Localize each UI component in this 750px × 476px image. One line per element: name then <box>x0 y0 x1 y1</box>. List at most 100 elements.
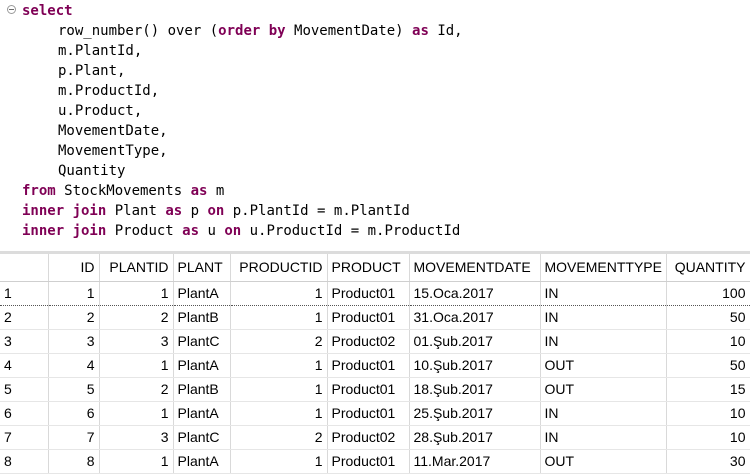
code-line[interactable]: u.Product, <box>22 101 142 121</box>
results-grid[interactable]: ID PLANTID PLANT PRODUCTID PRODUCT MOVEMENTDA… <box>0 254 750 476</box>
table-cell[interactable]: Product01 <box>327 305 410 330</box>
table-cell[interactable]: 10 <box>666 329 750 354</box>
row-number-cell[interactable]: 8 <box>0 449 49 474</box>
table-cell[interactable]: Product01 <box>327 401 410 426</box>
code-line[interactable]: m.ProductId, <box>22 81 159 101</box>
row-number-cell[interactable]: 4 <box>0 353 49 378</box>
table-row[interactable]: 4 4 1 PlantA 1 Product01 10.Şub.2017 OUT 50 <box>0 353 750 378</box>
table-cell[interactable]: Product01 <box>327 377 410 402</box>
column-header-product[interactable]: PRODUCT <box>327 254 410 282</box>
table-cell[interactable]: 3 <box>48 329 100 354</box>
sql-editor[interactable]: select row_number() over (order by Moveme… <box>0 0 750 251</box>
table-cell[interactable]: Product01 <box>327 449 410 474</box>
table-cell[interactable]: 15.Oca.2017 <box>409 280 541 306</box>
table-cell[interactable]: PlantB <box>173 305 231 330</box>
table-cell[interactable]: IN <box>540 425 667 450</box>
table-cell[interactable]: 1 <box>230 353 328 378</box>
table-cell[interactable]: 2 <box>99 377 174 402</box>
row-number-cell[interactable]: 6 <box>0 401 49 426</box>
table-cell[interactable]: 3 <box>99 425 174 450</box>
table-cell[interactable]: PlantB <box>173 377 231 402</box>
table-cell[interactable]: 1 <box>48 280 100 306</box>
table-cell[interactable]: 1 <box>230 377 328 402</box>
table-cell[interactable]: PlantA <box>173 353 231 378</box>
table-row[interactable]: 6 6 1 PlantA 1 Product01 25.Şub.2017 IN 10 <box>0 401 750 426</box>
table-cell[interactable]: 3 <box>99 329 174 354</box>
table-cell[interactable]: 18.Şub.2017 <box>409 377 541 402</box>
table-cell[interactable]: 1 <box>230 305 328 330</box>
table-cell[interactable]: 6 <box>48 401 100 426</box>
table-cell[interactable]: 1 <box>99 401 174 426</box>
column-header-productid[interactable]: PRODUCTID <box>230 254 328 282</box>
code-line[interactable]: MovementDate, <box>22 121 168 141</box>
table-cell[interactable]: 7 <box>48 425 100 450</box>
table-row[interactable]: 5 5 2 PlantB 1 Product01 18.Şub.2017 OUT 15 <box>0 377 750 402</box>
table-cell[interactable]: 2 <box>48 305 100 330</box>
table-cell[interactable]: OUT <box>540 353 667 378</box>
table-cell[interactable]: 1 <box>99 449 174 474</box>
table-cell[interactable]: 50 <box>666 305 750 330</box>
row-number-cell[interactable]: 3 <box>0 329 49 354</box>
row-number-header[interactable] <box>0 254 49 282</box>
code-line[interactable]: row_number() over (order by MovementDate… <box>22 21 463 41</box>
table-cell[interactable]: 100 <box>666 280 750 306</box>
table-cell[interactable]: 1 <box>230 401 328 426</box>
table-cell[interactable]: 30 <box>666 449 750 474</box>
code-line[interactable]: inner join Plant as p on p.PlantId = m.P… <box>22 201 410 221</box>
table-cell[interactable]: PlantA <box>173 401 231 426</box>
table-cell[interactable]: 1 <box>99 280 174 306</box>
table-cell[interactable]: 1 <box>230 280 328 306</box>
table-cell[interactable]: 31.Oca.2017 <box>409 305 541 330</box>
table-cell[interactable]: 25.Şub.2017 <box>409 401 541 426</box>
table-cell[interactable]: Product01 <box>327 353 410 378</box>
table-cell[interactable]: 10 <box>666 425 750 450</box>
column-header-quantity[interactable]: QUANTITY <box>666 254 750 282</box>
table-cell[interactable]: PlantC <box>173 425 231 450</box>
table-cell[interactable]: 10 <box>666 401 750 426</box>
table-row[interactable]: 3 3 3 PlantC 2 Product02 01.Şub.2017 IN 10 <box>0 329 750 354</box>
code-line[interactable]: p.Plant, <box>22 61 125 81</box>
column-header-movementdate[interactable]: MOVEMENTDATE <box>409 254 541 282</box>
table-cell[interactable]: 2 <box>99 305 174 330</box>
table-cell[interactable]: 28.Şub.2017 <box>409 425 541 450</box>
table-cell[interactable]: 50 <box>666 353 750 378</box>
table-cell[interactable]: IN <box>540 280 667 306</box>
code-line[interactable]: MovementType, <box>22 141 168 161</box>
table-cell[interactable]: 1 <box>99 353 174 378</box>
row-number-cell[interactable]: 2 <box>0 305 49 330</box>
row-number-cell[interactable]: 5 <box>0 377 49 402</box>
column-header-id[interactable]: ID <box>48 254 100 282</box>
table-cell[interactable]: 4 <box>48 353 100 378</box>
table-cell[interactable]: IN <box>540 305 667 330</box>
table-cell[interactable]: IN <box>540 401 667 426</box>
table-row[interactable]: 2 2 2 PlantB 1 Product01 31.Oca.2017 IN 50 <box>0 305 750 330</box>
code-line[interactable]: from StockMovements as m <box>22 181 224 201</box>
table-cell[interactable]: 2 <box>230 425 328 450</box>
column-header-plantid[interactable]: PLANTID <box>99 254 174 282</box>
code-line[interactable]: select <box>22 1 73 21</box>
code-line[interactable]: m.PlantId, <box>22 41 142 61</box>
row-number-cell[interactable]: 7 <box>0 425 49 450</box>
table-cell[interactable]: 01.Şub.2017 <box>409 329 541 354</box>
table-cell[interactable]: 2 <box>230 329 328 354</box>
table-cell[interactable]: IN <box>540 329 667 354</box>
column-header-plant[interactable]: PLANT <box>173 254 231 282</box>
table-cell[interactable]: PlantC <box>173 329 231 354</box>
table-cell[interactable]: OUT <box>540 377 667 402</box>
table-cell[interactable]: Product02 <box>327 329 410 354</box>
collapse-icon[interactable] <box>7 5 16 14</box>
table-cell[interactable]: 15 <box>666 377 750 402</box>
table-cell[interactable]: PlantA <box>173 280 231 306</box>
table-cell[interactable]: OUT <box>540 449 667 474</box>
table-cell[interactable]: 11.Mar.2017 <box>409 449 541 474</box>
table-cell[interactable]: 1 <box>230 449 328 474</box>
table-cell[interactable]: Product01 <box>327 280 410 306</box>
table-cell[interactable]: 8 <box>48 449 100 474</box>
table-cell[interactable]: PlantA <box>173 449 231 474</box>
table-row[interactable]: 8 8 1 PlantA 1 Product01 11.Mar.2017 OUT 30 <box>0 449 750 474</box>
code-line[interactable]: inner join Product as u on u.ProductId =… <box>22 221 460 241</box>
row-number-cell[interactable]: 1 <box>0 280 49 306</box>
table-row[interactable]: 7 7 3 PlantC 2 Product02 28.Şub.2017 IN 10 <box>0 425 750 450</box>
table-cell[interactable]: Product02 <box>327 425 410 450</box>
code-line[interactable]: Quantity <box>22 161 125 181</box>
